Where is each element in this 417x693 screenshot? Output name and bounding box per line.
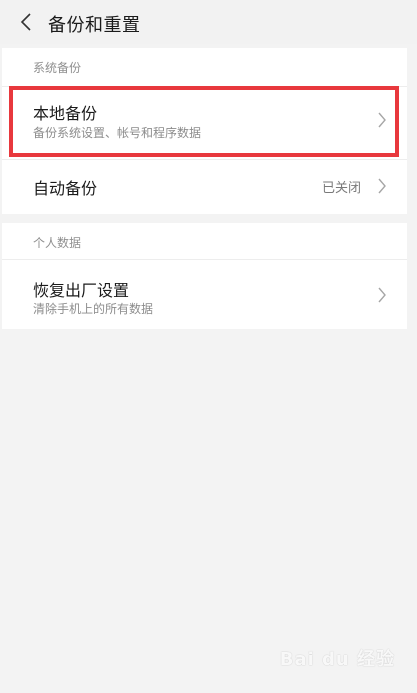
- factory-reset-subtitle: 清除手机上的所有数据: [33, 302, 154, 316]
- back-button[interactable]: [16, 10, 36, 34]
- auto-backup-status: 已关闭: [321, 181, 361, 196]
- local-backup-subtitle: 备份系统设置、帐号和程序数据: [33, 126, 202, 140]
- section-label-system-backup: 系统备份: [33, 61, 82, 75]
- section-label-personal-data: 个人数据: [33, 236, 82, 250]
- factory-reset-row[interactable]: 恢复出厂设置 清除手机上的所有数据: [2, 260, 407, 329]
- auto-backup-row[interactable]: 自动备份 已关闭: [2, 160, 407, 214]
- top-app-bar: 备份和重置: [0, 0, 417, 44]
- chevron-right-icon: [378, 287, 386, 303]
- local-backup-title: 本地备份: [33, 104, 98, 123]
- chevron-right-icon: [378, 112, 386, 128]
- page-title: 备份和重置: [48, 15, 141, 36]
- system-backup-section: 系统备份 本地备份 备份系统设置、帐号和程序数据 自动备份 已关闭: [2, 48, 407, 214]
- local-backup-row[interactable]: 本地备份 备份系统设置、帐号和程序数据: [2, 87, 407, 159]
- watermark-logo: Bai du 经验: [279, 649, 395, 670]
- factory-reset-title: 恢复出厂设置: [33, 281, 130, 300]
- auto-backup-title: 自动备份: [33, 179, 98, 198]
- chevron-right-icon: [378, 178, 386, 194]
- personal-data-section: 个人数据 恢复出厂设置 清除手机上的所有数据: [2, 223, 407, 329]
- chevron-left-icon: [20, 13, 31, 31]
